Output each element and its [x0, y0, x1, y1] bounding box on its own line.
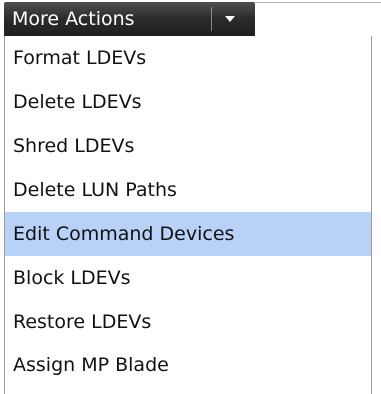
menu-item-edit-command-devices[interactable]: Edit Command Devices — [5, 212, 371, 256]
menu-item-restore-ldevs[interactable]: Restore LDEVs — [5, 300, 371, 344]
caret-down-icon — [225, 16, 235, 22]
menu-item-label: Restore LDEVs — [13, 311, 152, 333]
menu-item-label: Assign MP Blade — [13, 354, 169, 376]
menu-item-label: Delete LUN Paths — [13, 179, 177, 201]
menu-item-label: Block LDEVs — [13, 267, 131, 289]
more-actions-label: More Actions — [12, 8, 135, 30]
dropdown-arrow-button[interactable] — [212, 2, 248, 36]
menu-item-block-ldevs[interactable]: Block LDEVs — [5, 256, 371, 300]
menu-item-delete-ldevs[interactable]: Delete LDEVs — [5, 80, 371, 124]
menu-item-label: Edit Command Devices — [13, 223, 235, 245]
more-actions-button[interactable]: More Actions — [4, 2, 255, 36]
menu-item-assign-mp-blade[interactable]: Assign MP Blade — [5, 344, 371, 386]
menu-item-delete-lun-paths[interactable]: Delete LUN Paths — [5, 168, 371, 212]
toolbar-divider — [255, 2, 381, 3]
menu-item-format-ldevs[interactable]: Format LDEVs — [5, 36, 371, 80]
menu-item-label: Shred LDEVs — [13, 135, 135, 157]
menu-item-label: Delete LDEVs — [13, 91, 142, 113]
menu-item-label: Format LDEVs — [13, 47, 147, 69]
menu-item-shred-ldevs[interactable]: Shred LDEVs — [5, 124, 371, 168]
more-actions-menu: Format LDEVs Delete LDEVs Shred LDEVs De… — [4, 36, 372, 394]
more-actions-dropdown-screen: More Actions Format LDEVs Delete LDEVs S… — [0, 0, 381, 394]
